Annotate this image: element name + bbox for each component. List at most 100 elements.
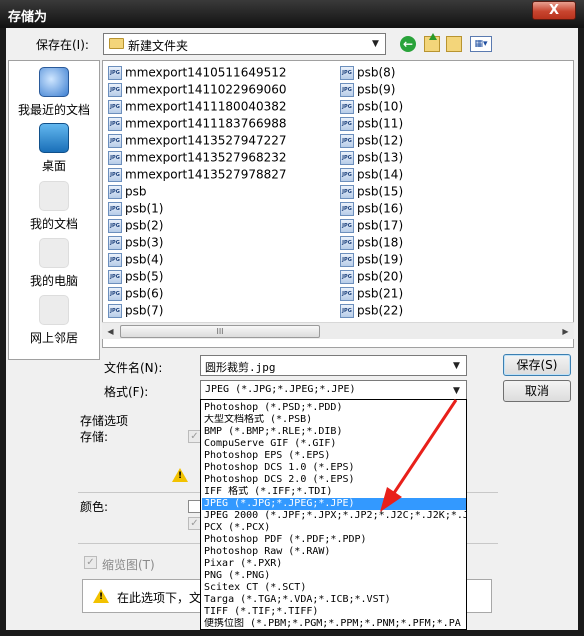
file-item[interactable]: JPG psb(20) <box>340 269 403 286</box>
file-item[interactable]: JPG psb(21) <box>340 286 403 303</box>
close-button[interactable]: X <box>532 1 576 20</box>
place-desktop[interactable]: 桌面 <box>9 123 99 174</box>
format-option[interactable]: 便携位图 (*.PBM;*.PGM;*.PPM;*.PNM;*.PFM;*.PA <box>202 618 466 629</box>
file-item[interactable]: JPG psb(9) <box>340 82 395 99</box>
chevron-down-icon[interactable]: ▼ <box>448 357 465 375</box>
place-my-documents[interactable]: 我的文档 <box>9 181 99 232</box>
file-name: psb(5) <box>125 269 164 284</box>
file-item[interactable]: JPG psb(5) <box>108 269 163 286</box>
format-option[interactable]: TIFF (*.TIF;*.TIFF) <box>202 606 466 618</box>
scroll-left-icon[interactable]: ◀ <box>102 323 119 340</box>
file-item[interactable]: JPG psb(14) <box>340 167 403 184</box>
thumbnail-checkbox[interactable]: ✓ <box>84 556 97 569</box>
file-item[interactable]: JPG psb(4) <box>108 252 163 269</box>
file-item[interactable]: JPG psb <box>108 184 147 201</box>
file-name: psb(12) <box>357 133 404 148</box>
file-item[interactable]: JPG psb(8) <box>340 65 395 82</box>
file-name: psb(13) <box>357 150 404 165</box>
file-item[interactable]: JPG psb(19) <box>340 252 403 269</box>
place-my-computer[interactable]: 我的电脑 <box>9 238 99 289</box>
file-item[interactable]: JPG psb(13) <box>340 150 403 167</box>
file-item[interactable]: JPG psb(7) <box>108 303 163 320</box>
warning-icon: ! <box>172 468 188 482</box>
jpg-file-icon: JPG <box>108 184 122 199</box>
horizontal-scrollbar[interactable]: ◀ III ▶ <box>102 322 574 339</box>
file-name: psb(2) <box>125 218 164 233</box>
save-options-title: 存储选项 <box>80 414 129 428</box>
chevron-down-icon[interactable]: ▼ <box>448 382 465 400</box>
file-item[interactable]: JPG mmexport1411022969060 <box>108 82 287 99</box>
back-icon[interactable]: ← <box>400 36 416 52</box>
format-option[interactable]: CompuServe GIF (*.GIF) <box>202 438 466 450</box>
format-option[interactable]: PCX (*.PCX) <box>202 522 466 534</box>
chevron-down-icon[interactable]: ▼ <box>367 35 384 53</box>
format-option[interactable]: Photoshop PDF (*.PDF;*.PDP) <box>202 534 466 546</box>
file-item[interactable]: JPG psb(11) <box>340 116 403 133</box>
jpg-file-icon: JPG <box>108 133 122 148</box>
up-folder-icon[interactable] <box>424 33 440 52</box>
place-network[interactable]: 网上邻居 <box>9 295 99 346</box>
file-item[interactable]: JPG mmexport1411183766988 <box>108 116 287 133</box>
file-name: mmexport1411022969060 <box>125 82 287 97</box>
format-option[interactable]: JPEG 2000 (*.JPF;*.JPX;*.JP2;*.J2C;*.J2K… <box>202 510 466 522</box>
file-item[interactable]: JPG psb(22) <box>340 303 403 320</box>
save-as-dialog: 存储为 X 保存在(I): 新建文件夹 ▼ ← ▦▾ 我最近的文档 桌面 我的文… <box>0 0 584 636</box>
file-item[interactable]: JPG psb(15) <box>340 184 403 201</box>
jpg-file-icon: JPG <box>108 218 122 233</box>
format-option[interactable]: Photoshop DCS 1.0 (*.EPS) <box>202 462 466 474</box>
format-option[interactable]: Photoshop Raw (*.RAW) <box>202 546 466 558</box>
file-name: psb(7) <box>125 303 164 318</box>
color-label: 颜色: <box>80 500 109 514</box>
format-dropdown-list[interactable]: Photoshop (*.PSD;*.PDD) 大型文档格式 (*.PSB) BMP… <box>200 399 467 630</box>
place-recent-documents[interactable]: 我最近的文档 <box>9 67 99 118</box>
file-item[interactable]: JPG psb(17) <box>340 218 403 235</box>
format-option[interactable]: BMP (*.BMP;*.RLE;*.DIB) <box>202 426 466 438</box>
format-option[interactable]: Pixar (*.PXR) <box>202 558 466 570</box>
file-item[interactable]: JPG mmexport1410511649512 <box>108 65 287 82</box>
file-item[interactable]: JPG psb(1) <box>108 201 163 218</box>
format-option[interactable]: Photoshop DCS 2.0 (*.EPS) <box>202 474 466 486</box>
filename-input[interactable]: 圆形裁剪.jpg ▼ <box>200 355 467 376</box>
file-item[interactable]: JPG mmexport1413527968232 <box>108 150 287 167</box>
file-item[interactable]: JPG psb(10) <box>340 99 403 116</box>
file-item[interactable]: JPG psb(12) <box>340 133 403 150</box>
jpg-file-icon: JPG <box>340 235 354 250</box>
dialog-title: 存储为 <box>8 10 48 25</box>
format-select[interactable]: JPEG (*.JPG;*.JPEG;*.JPE) ▼ <box>200 380 467 400</box>
file-name: psb(18) <box>357 235 404 250</box>
jpg-file-icon: JPG <box>340 82 354 97</box>
save-in-dropdown[interactable]: 新建文件夹 ▼ <box>103 33 386 55</box>
file-item[interactable]: JPG psb(16) <box>340 201 403 218</box>
format-option[interactable]: PNG (*.PNG) <box>202 570 466 582</box>
view-menu-icon[interactable]: ▦▾ <box>470 36 492 52</box>
file-name: psb(3) <box>125 235 164 250</box>
file-item[interactable]: JPG psb(2) <box>108 218 163 235</box>
format-option[interactable]: 大型文档格式 (*.PSB) <box>202 414 466 426</box>
scroll-right-icon[interactable]: ▶ <box>557 323 574 340</box>
file-list[interactable]: JPG mmexport1410511649512 JPG mmexport14110… <box>102 60 574 348</box>
file-item[interactable]: JPG psb(6) <box>108 286 163 303</box>
format-option[interactable]: JPEG (*.JPG;*.JPEG;*.JPE) <box>202 498 466 510</box>
format-option[interactable]: IFF 格式 (*.IFF;*.TDI) <box>202 486 466 498</box>
file-item[interactable]: JPG psb(3) <box>108 235 163 252</box>
jpg-file-icon: JPG <box>108 116 122 131</box>
format-option[interactable]: Photoshop EPS (*.EPS) <box>202 450 466 462</box>
save-in-value: 新建文件夹 <box>128 39 189 53</box>
my-documents-icon <box>39 181 69 211</box>
title-bar: 存储为 X <box>0 0 584 28</box>
file-item[interactable]: JPG psb(18) <box>340 235 403 252</box>
cancel-button[interactable]: 取消 <box>503 380 571 402</box>
file-name: psb <box>125 184 147 199</box>
file-item[interactable]: JPG mmexport1413527978827 <box>108 167 287 184</box>
save-button[interactable]: 保存(S) <box>503 354 571 376</box>
format-option[interactable]: Targa (*.TGA;*.VDA;*.ICB;*.VST) <box>202 594 466 606</box>
format-option[interactable]: Scitex CT (*.SCT) <box>202 582 466 594</box>
format-option[interactable]: Photoshop (*.PSD;*.PDD) <box>202 402 466 414</box>
file-item[interactable]: JPG mmexport1413527947227 <box>108 133 287 150</box>
save-in-label: 保存在(I): <box>36 38 89 52</box>
new-folder-icon[interactable] <box>446 36 462 52</box>
file-item[interactable]: JPG mmexport1411180040382 <box>108 99 287 116</box>
file-name: mmexport1410511649512 <box>125 65 287 80</box>
my-computer-icon <box>39 238 69 268</box>
scroll-thumb[interactable]: III <box>120 325 320 338</box>
